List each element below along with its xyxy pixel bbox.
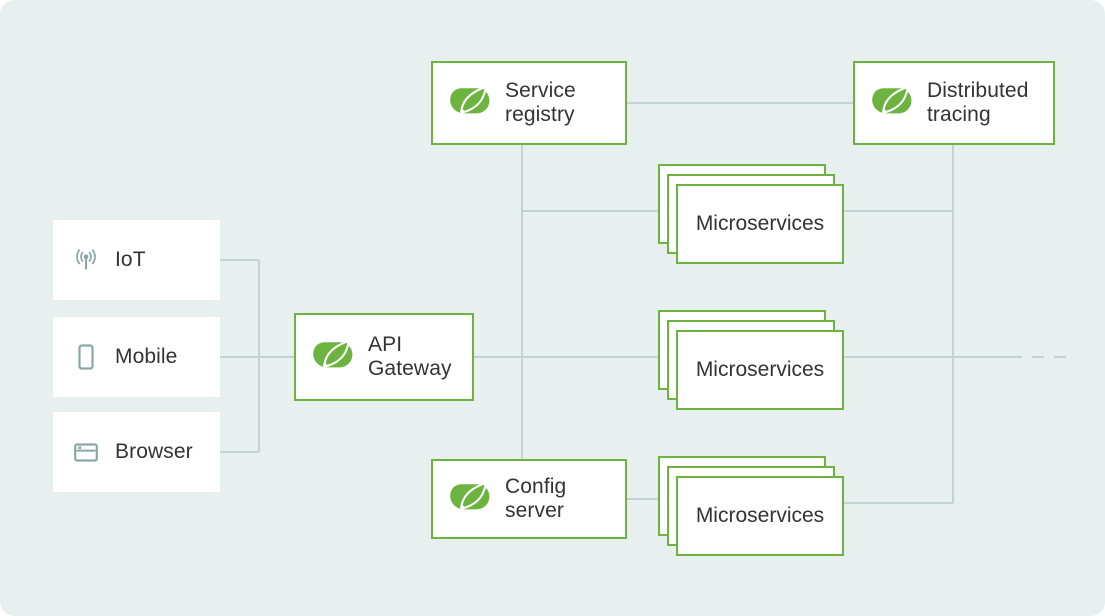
microservices-label: Microservices [695, 358, 825, 381]
microservices-stack-1[interactable]: Microservices [658, 164, 844, 264]
spring-leaf-icon [449, 482, 491, 516]
spring-leaf-icon [312, 340, 354, 374]
client-label: Mobile [115, 344, 178, 368]
antenna-signal-icon [71, 245, 101, 275]
diagram-canvas: IoT Mobile Browser API Gateway Service r… [0, 0, 1105, 616]
microservices-stack-3[interactable]: Microservices [658, 456, 844, 556]
microservices-label: Microservices [695, 504, 825, 527]
config-server-node[interactable]: Config server [431, 459, 627, 539]
spring-leaf-icon [449, 86, 491, 120]
stack-card-front[interactable]: Microservices [676, 330, 844, 410]
distributed-tracing-label: Distributed tracing [927, 78, 1029, 126]
client-card-iot[interactable]: IoT [53, 220, 220, 300]
spring-leaf-icon [871, 86, 913, 120]
mobile-phone-icon [71, 342, 101, 372]
browser-window-icon [71, 437, 101, 467]
microservices-label: Microservices [695, 212, 825, 235]
service-registry-node[interactable]: Service registry [431, 61, 627, 145]
stack-card-front[interactable]: Microservices [676, 476, 844, 556]
client-label: Browser [115, 439, 193, 463]
microservices-stack-2[interactable]: Microservices [658, 310, 844, 410]
distributed-tracing-node[interactable]: Distributed tracing [853, 61, 1055, 145]
service-registry-label: Service registry [505, 78, 576, 126]
stack-card-front[interactable]: Microservices [676, 184, 844, 264]
api-gateway-node[interactable]: API Gateway [294, 313, 474, 401]
config-server-label: Config server [505, 474, 567, 522]
client-card-browser[interactable]: Browser [53, 412, 220, 492]
api-gateway-label: API Gateway [368, 332, 452, 380]
client-label: IoT [115, 247, 146, 271]
client-card-mobile[interactable]: Mobile [53, 317, 220, 397]
